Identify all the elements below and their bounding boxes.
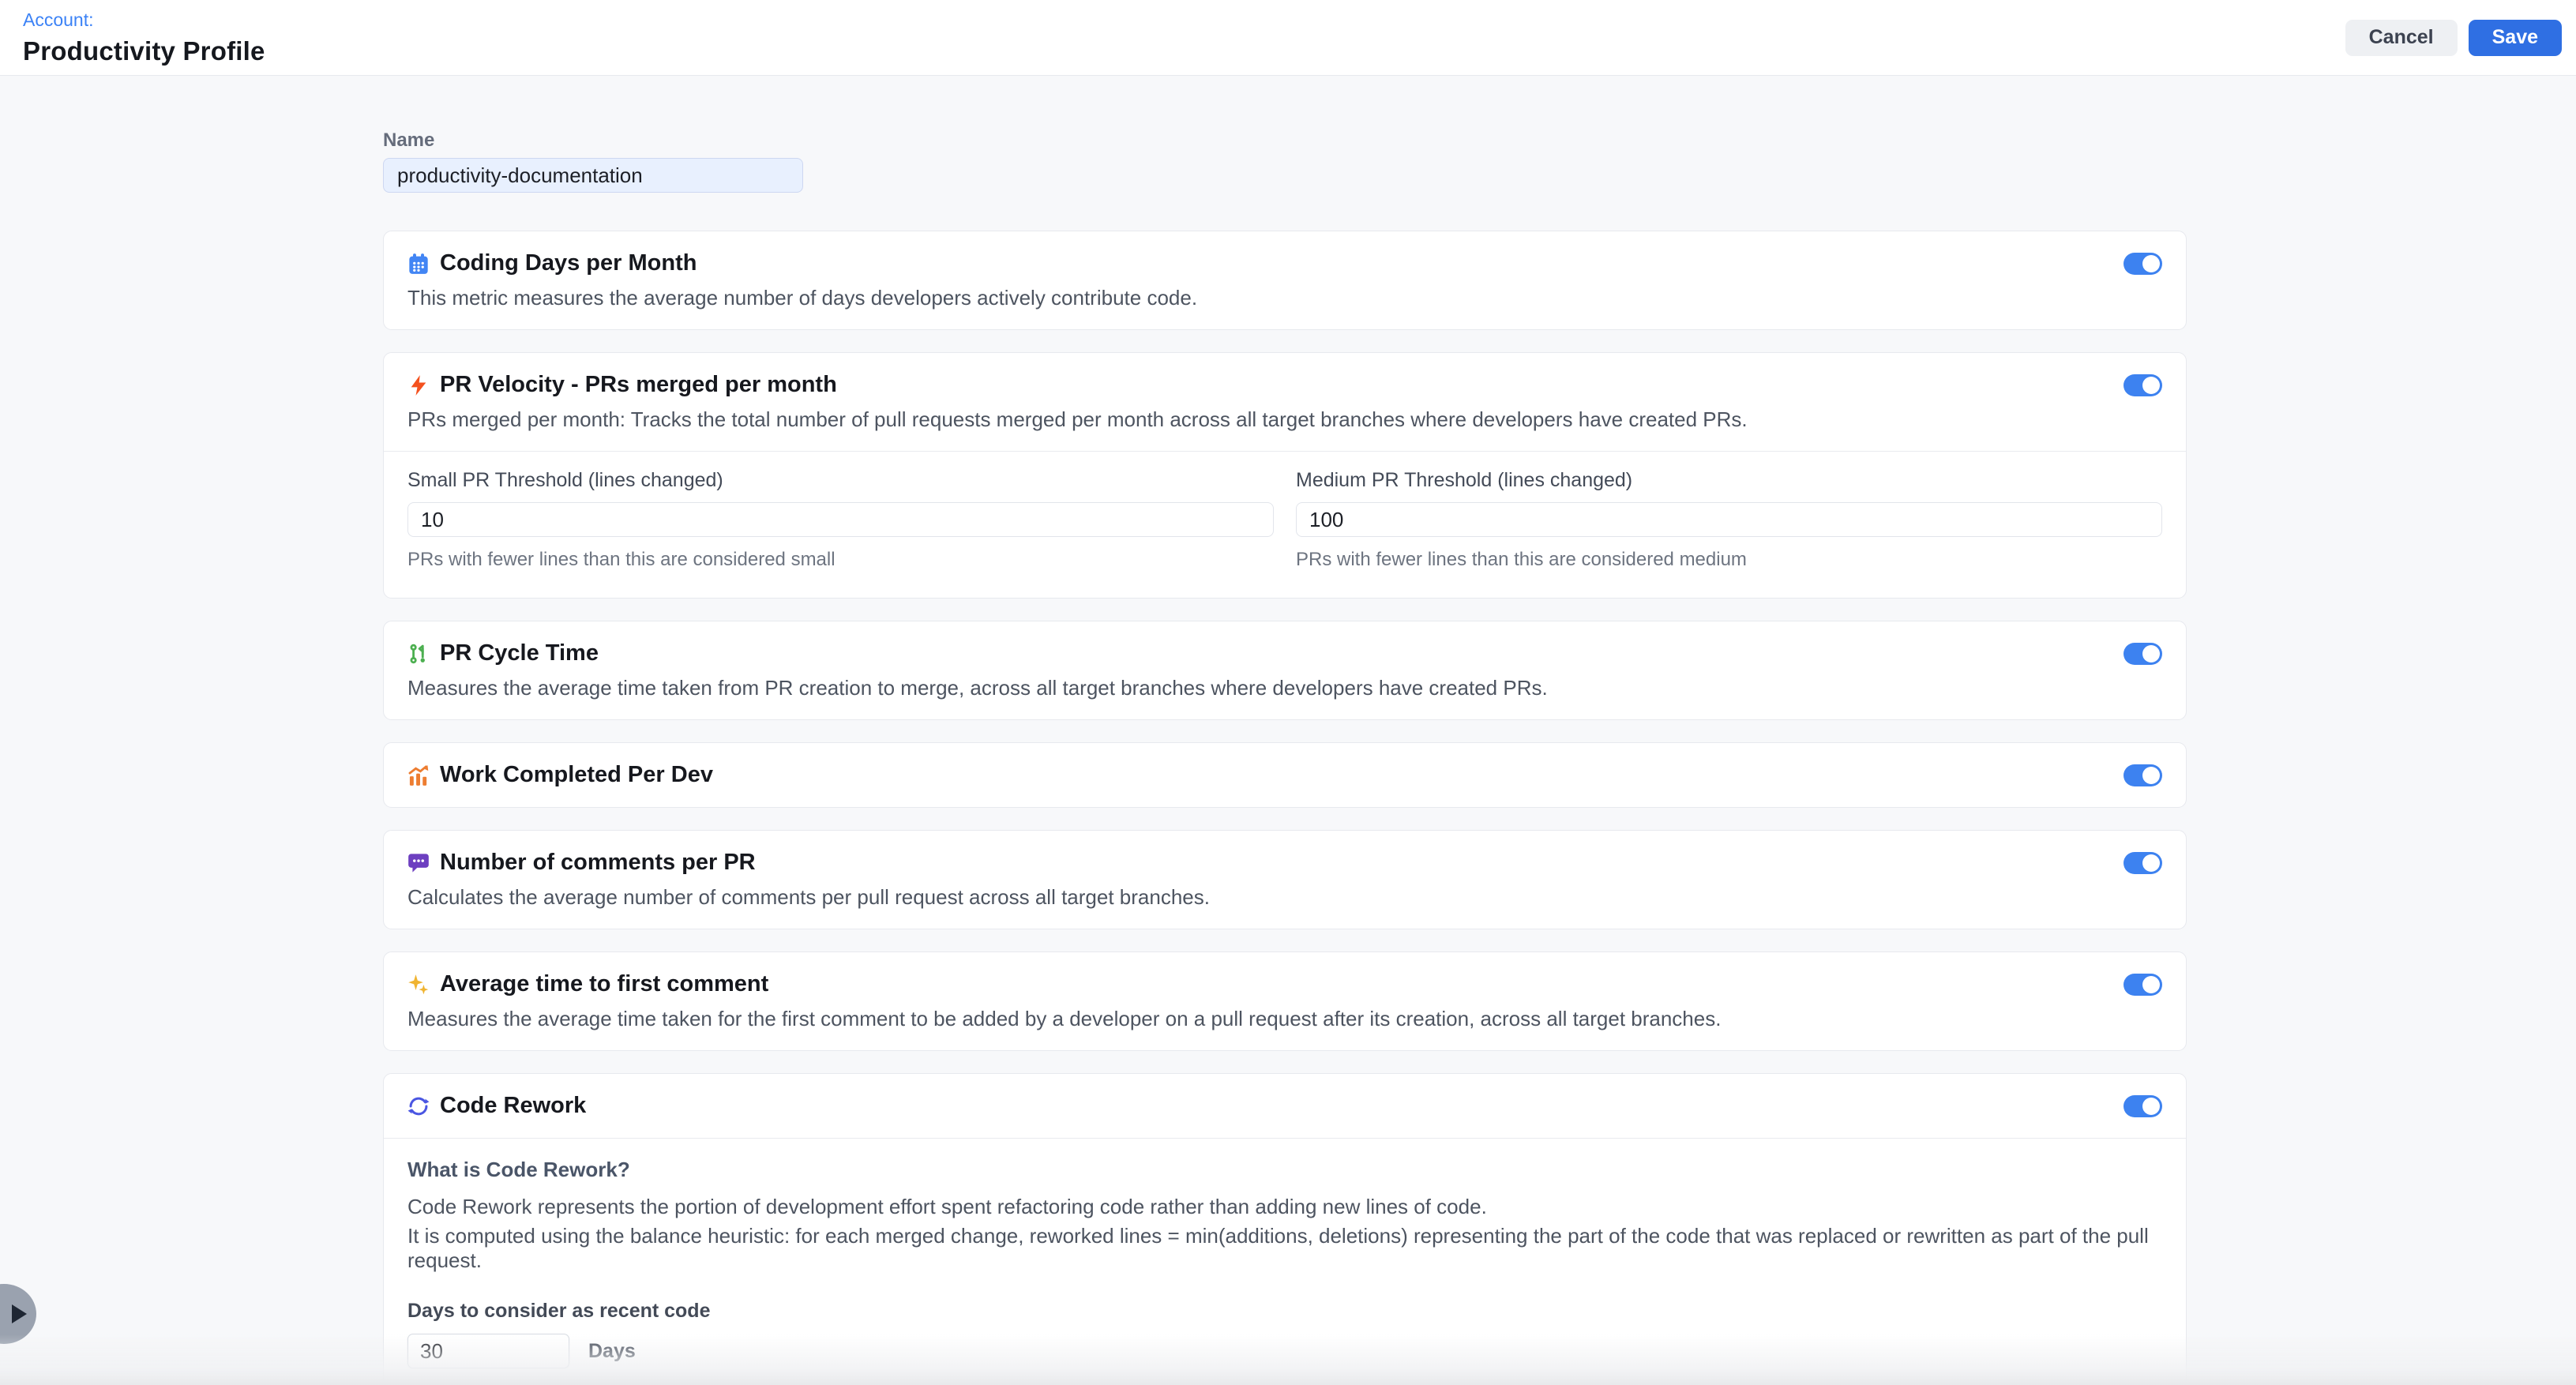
medium-pr-threshold-helper: PRs with fewer lines than this are consi…	[1296, 549, 2162, 571]
cancel-button[interactable]: Cancel	[2345, 20, 2458, 56]
comments-per-pr-toggle[interactable]	[2124, 852, 2162, 874]
code-rework-question-heading: What is Code Rework?	[407, 1158, 2162, 1182]
bar-chart-icon	[407, 764, 430, 786]
small-pr-threshold-label: Small PR Threshold (lines changed)	[407, 469, 1274, 492]
days-unit-label: Days	[588, 1340, 636, 1363]
metric-title: Number of comments per PR	[440, 850, 756, 876]
code-rework-explanation-1: Code Rework represents the portion of de…	[407, 1195, 2162, 1219]
breadcrumb[interactable]: Account:	[23, 9, 265, 31]
metric-card-comments-per-pr: Number of comments per PR Calculates the…	[383, 830, 2187, 929]
metric-card-coding-days: Coding Days per Month This metric measur…	[383, 231, 2187, 330]
medium-pr-threshold-field: Medium PR Threshold (lines changed) PRs …	[1296, 469, 2162, 571]
metric-description: This metric measures the average number …	[407, 286, 2162, 310]
card-divider	[384, 1138, 2186, 1139]
main-content: Name Coding Days per Month This metric m…	[0, 76, 2576, 1385]
metric-card-code-rework: Code Rework What is Code Rework? Code Re…	[383, 1073, 2187, 1385]
medium-pr-threshold-label: Medium PR Threshold (lines changed)	[1296, 469, 2162, 492]
metric-title: PR Cycle Time	[440, 640, 599, 666]
time-to-first-comment-toggle[interactable]	[2124, 974, 2162, 996]
lightning-icon	[407, 374, 430, 396]
coding-days-toggle[interactable]	[2124, 253, 2162, 275]
metric-card-pr-velocity: PR Velocity - PRs merged per month PRs m…	[383, 352, 2187, 599]
git-pull-request-icon	[407, 643, 430, 665]
metric-description: PRs merged per month: Tracks the total n…	[407, 407, 2162, 432]
recent-code-days-input[interactable]	[407, 1334, 569, 1368]
save-button[interactable]: Save	[2469, 20, 2562, 56]
metric-title: PR Velocity - PRs merged per month	[440, 372, 837, 398]
metric-title: Code Rework	[440, 1093, 586, 1119]
sparkles-icon	[407, 974, 430, 996]
top-header-bar: Account: Productivity Profile Cancel Sav…	[0, 0, 2576, 76]
expand-arrow-icon	[12, 1304, 27, 1323]
metric-title: Coding Days per Month	[440, 250, 697, 276]
header-actions: Cancel Save	[2345, 20, 2562, 56]
metric-description: Measures the average time taken for the …	[407, 1007, 2162, 1031]
metric-card-time-to-first-comment: Average time to first comment Measures t…	[383, 951, 2187, 1051]
work-completed-toggle[interactable]	[2124, 764, 2162, 786]
header-title-block: Account: Productivity Profile	[23, 9, 265, 66]
code-rework-toggle[interactable]	[2124, 1095, 2162, 1117]
profile-name-section: Name	[383, 129, 2187, 193]
recent-code-days-label: Days to consider as recent code	[407, 1300, 2162, 1323]
comment-icon	[407, 852, 430, 874]
page-title: Productivity Profile	[23, 36, 265, 66]
metric-description: Measures the average time taken from PR …	[407, 676, 2162, 700]
code-rework-explanation-2: It is computed using the balance heurist…	[407, 1224, 2162, 1273]
profile-name-input[interactable]	[383, 158, 803, 193]
rework-icon	[407, 1095, 430, 1117]
small-pr-threshold-helper: PRs with fewer lines than this are consi…	[407, 549, 1274, 571]
small-pr-threshold-field: Small PR Threshold (lines changed) PRs w…	[407, 469, 1274, 571]
metric-title: Average time to first comment	[440, 971, 768, 997]
pr-cycle-time-toggle[interactable]	[2124, 643, 2162, 665]
name-label: Name	[383, 129, 2187, 152]
small-pr-threshold-input[interactable]	[407, 502, 1274, 537]
calendar-icon	[407, 253, 430, 275]
medium-pr-threshold-input[interactable]	[1296, 502, 2162, 537]
metric-card-pr-cycle-time: PR Cycle Time Measures the average time …	[383, 621, 2187, 720]
metric-card-work-completed: Work Completed Per Dev	[383, 742, 2187, 808]
metric-description: Calculates the average number of comment…	[407, 885, 2162, 910]
pr-velocity-toggle[interactable]	[2124, 374, 2162, 396]
metric-title: Work Completed Per Dev	[440, 762, 713, 788]
